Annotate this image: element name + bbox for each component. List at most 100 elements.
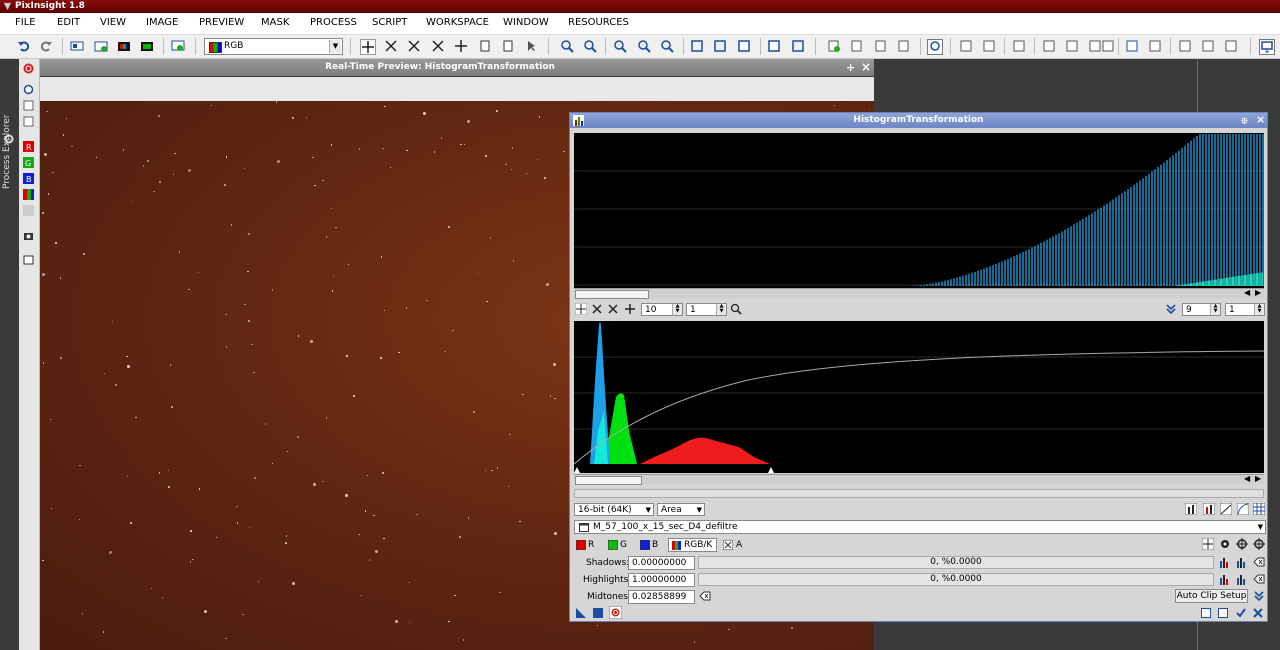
mask-icon-1[interactable] — [850, 39, 864, 53]
input-vertical-zoom-spinner[interactable]: 1 ▲ ▼ — [1225, 303, 1265, 316]
blue-channel-label[interactable]: B — [652, 540, 658, 550]
menu-window[interactable]: WINDOW — [503, 17, 549, 28]
green-channel-swatch-icon[interactable] — [608, 540, 618, 550]
scroll-right-icon[interactable]: ▶ — [1255, 474, 1261, 483]
pointer-icon[interactable] — [524, 39, 538, 53]
mask-icon-3[interactable] — [897, 39, 911, 53]
image-channels-icon[interactable] — [140, 39, 154, 53]
hist-mode-2-icon[interactable] — [1203, 503, 1215, 515]
window-icon[interactable] — [737, 39, 751, 53]
readout-icon[interactable] — [501, 39, 515, 53]
circle-tool-icon[interactable] — [23, 84, 34, 95]
shade-icon[interactable]: ⯐ — [1241, 114, 1248, 130]
gear-icon[interactable] — [1219, 538, 1231, 550]
apply-global-icon[interactable] — [593, 608, 603, 618]
spin-arrows-icon[interactable]: ▲ ▼ — [716, 304, 726, 315]
fit-view-icon[interactable] — [713, 39, 727, 53]
red-channel-label[interactable]: R — [588, 540, 594, 550]
redo-icon[interactable] — [39, 39, 53, 53]
curve-icon[interactable] — [1237, 503, 1249, 515]
monitor-icon[interactable] — [1259, 39, 1275, 55]
midtones-reset-icon[interactable] — [699, 590, 711, 602]
zoom-y-icon[interactable] — [607, 303, 619, 315]
output-scroll-thumb[interactable] — [575, 290, 649, 299]
bit-depth-select[interactable]: 16-bit (64K) ▼ — [574, 503, 654, 516]
red-channel-swatch-icon[interactable] — [576, 540, 586, 550]
zoom-2-icon[interactable] — [637, 39, 651, 53]
input-h-scrollbar[interactable]: ◀ ▶ — [574, 474, 1264, 485]
square-tool-icon[interactable] — [23, 100, 34, 111]
luminance-channel-icon[interactable] — [23, 205, 34, 216]
move-icon[interactable] — [624, 303, 636, 315]
grid-icon[interactable] — [1253, 503, 1265, 515]
alpha-channel-label[interactable]: A — [736, 540, 742, 550]
hist-mode-1-icon[interactable] — [1185, 503, 1197, 515]
tool-icon-j[interactable] — [1178, 39, 1192, 53]
menu-mask[interactable]: MASK — [261, 17, 289, 28]
menu-script[interactable]: SCRIPT — [372, 17, 407, 28]
browse-docs-icon[interactable] — [1201, 608, 1211, 618]
vertical-zoom-spinner[interactable]: 1 ▲ ▼ — [686, 303, 727, 316]
shadows-clip-1-icon[interactable] — [1219, 556, 1231, 568]
fit-window-icon[interactable] — [690, 39, 704, 53]
screen-icon[interactable] — [171, 39, 185, 53]
auto-clip-setup-button[interactable]: Auto Clip Setup — [1175, 589, 1248, 603]
scroll-right-icon[interactable]: ▶ — [1255, 288, 1261, 297]
tool-icon-h[interactable] — [1125, 39, 1139, 53]
highlights-reset-icon[interactable] — [1253, 573, 1265, 585]
process-explorer-tab[interactable]: Process Explorer — [0, 59, 18, 650]
tool-icon-k[interactable] — [1201, 39, 1215, 53]
alpha-channel-swatch-icon[interactable] — [723, 540, 733, 550]
new-instance-icon[interactable] — [576, 608, 586, 618]
collapse-icon[interactable] — [1253, 590, 1265, 602]
output-histogram[interactable] — [574, 133, 1264, 288]
target-icon[interactable] — [1236, 538, 1248, 550]
crosshair-icon[interactable] — [1253, 538, 1265, 550]
collapse-double-chevron-icon[interactable] — [1165, 303, 1177, 315]
menu-file[interactable]: FILE — [15, 17, 36, 28]
color-mode-select[interactable]: RGB ▼ — [204, 38, 343, 55]
menu-image[interactable]: IMAGE — [146, 17, 178, 28]
zoom-fit-icon[interactable] — [384, 39, 398, 53]
shadows-input[interactable]: 0.00000000 — [628, 556, 695, 570]
zoom-x-icon[interactable] — [591, 303, 603, 315]
undo-icon[interactable] — [17, 39, 31, 53]
menu-resources[interactable]: RESOURCES — [568, 17, 629, 28]
spin-arrows-icon[interactable]: ▲ ▼ — [672, 304, 682, 315]
horizontal-zoom-spinner[interactable]: 10 ▲ ▼ — [641, 303, 683, 316]
pan-icon[interactable] — [454, 39, 468, 53]
new-image-icon[interactable] — [70, 39, 84, 53]
zoom-in-icon[interactable] — [560, 39, 574, 53]
highlights-clip-2-icon[interactable] — [1236, 573, 1248, 585]
real-time-preview-icon[interactable] — [609, 606, 622, 619]
slider-track[interactable] — [574, 489, 1264, 498]
close-circle-icon[interactable] — [23, 63, 34, 74]
spin-arrows-icon[interactable]: ▲ ▼ — [1210, 304, 1220, 315]
green-channel-icon[interactable]: G — [23, 157, 34, 168]
view-select[interactable]: M_57_100_x_15_sec_D4_defiltre ▼ — [574, 520, 1266, 534]
menu-view[interactable]: VIEW — [100, 17, 126, 28]
menu-preview[interactable]: PREVIEW — [199, 17, 244, 28]
input-scroll-thumb[interactable] — [575, 476, 642, 485]
close-icon[interactable]: × — [861, 60, 871, 74]
blue-channel-icon[interactable]: B — [23, 173, 34, 184]
tool-icon-e[interactable] — [1065, 39, 1079, 53]
cursor-mode-icon[interactable] — [360, 39, 376, 55]
zoom-out-icon[interactable] — [583, 39, 597, 53]
pin-icon[interactable]: + — [846, 61, 855, 74]
shadows-clip-2-icon[interactable] — [1236, 556, 1248, 568]
open-image-icon[interactable] — [94, 39, 108, 53]
tool-icon-d[interactable] — [1042, 39, 1056, 53]
pan-mode-icon[interactable] — [575, 303, 587, 315]
hist-mode-3-icon[interactable] — [1220, 503, 1232, 515]
scroll-left-icon[interactable]: ◀ — [1244, 288, 1250, 297]
tool-icon-b[interactable] — [982, 39, 996, 53]
readout-cross-icon[interactable] — [1202, 538, 1214, 550]
mask-new-icon[interactable] — [827, 39, 841, 53]
red-channel-icon[interactable]: R — [23, 141, 34, 152]
menu-edit[interactable]: EDIT — [57, 17, 80, 28]
output-h-scrollbar[interactable]: ◀ ▶ — [574, 288, 1264, 299]
page-icon[interactable] — [478, 39, 492, 53]
midtones-input[interactable]: 0.02858899 — [628, 590, 695, 604]
window-stack-icon[interactable] — [23, 254, 34, 265]
